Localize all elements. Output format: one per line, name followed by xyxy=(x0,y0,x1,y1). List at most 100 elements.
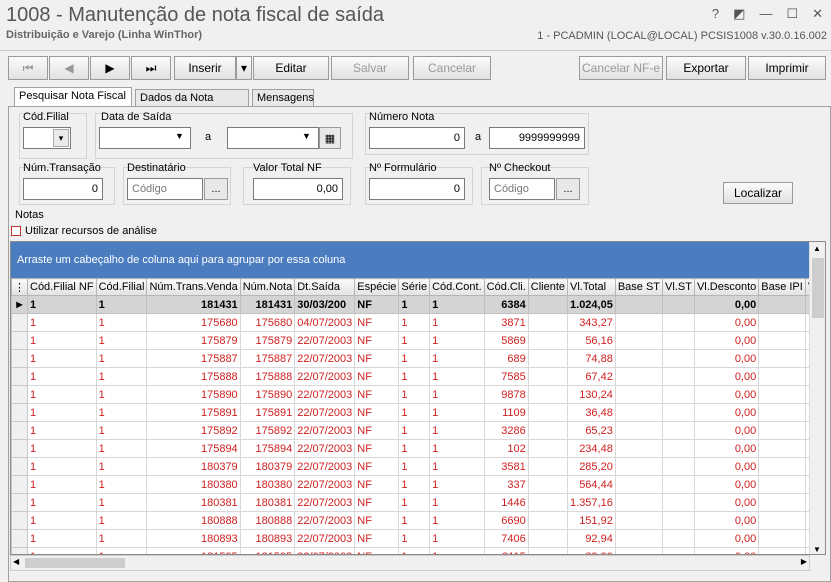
num-transacao-input[interactable]: 0 xyxy=(23,178,103,200)
last-record-button[interactable]: ⏭ xyxy=(131,56,171,80)
table-cell: 1 xyxy=(27,529,97,548)
vertical-scrollbar[interactable]: ▲ ▼ xyxy=(809,242,825,554)
column-header[interactable]: Vl.Desconto xyxy=(693,278,760,296)
table-cell: 343,27 xyxy=(567,313,616,332)
table-cell: 180381 xyxy=(239,493,296,512)
destinatario-input[interactable]: Código xyxy=(127,178,203,200)
table-cell: 175890 xyxy=(146,385,241,404)
next-record-button[interactable]: ▶ xyxy=(90,56,130,80)
prev-record-button[interactable]: ◀ xyxy=(49,56,89,80)
column-header[interactable]: Núm.Nota xyxy=(239,278,296,296)
maximize-icon[interactable]: ☐ xyxy=(786,6,798,22)
table-cell: 22/07/2003 xyxy=(294,511,356,530)
insert-menu-button[interactable]: ▾ xyxy=(236,56,252,80)
column-header[interactable]: Espécie xyxy=(354,278,400,296)
table-row[interactable]: 1 1 175891 175891 22/07/2003 NF 1 1 1109 36,48 0,0… xyxy=(11,403,825,422)
table-row[interactable]: 1 1 175887 175887 22/07/2003 NF 1 1 689 74,88 0,00 xyxy=(11,349,825,368)
horizontal-scrollbar[interactable]: ◀ ▶ xyxy=(10,555,810,571)
table-cell: 04/07/2003 xyxy=(294,313,356,332)
table-row[interactable]: 1 1 180379 180379 22/07/2003 NF 1 1 3581 285,20 0,… xyxy=(11,457,825,476)
print-button[interactable]: Imprimir xyxy=(748,56,826,80)
n-checkout-input[interactable]: Código xyxy=(489,178,555,200)
h-scroll-thumb[interactable] xyxy=(25,558,125,568)
table-cell: 0,00 xyxy=(693,547,760,554)
tab-mensagens[interactable]: Mensagens xyxy=(252,89,314,107)
table-cell xyxy=(527,403,569,422)
cancel-button[interactable]: Cancelar xyxy=(413,56,491,80)
minimize-icon[interactable]: — xyxy=(759,6,772,22)
table-cell: 1 xyxy=(429,475,485,494)
table-row[interactable]: 1 1 175888 175888 22/07/2003 NF 1 1 7585 67,42 0,0… xyxy=(11,367,825,386)
table-row[interactable]: 1 1 180381 180381 22/07/2003 NF 1 1 1446 1.357,16… xyxy=(11,493,825,512)
cancel-nfe-button[interactable]: Cancelar NF-e xyxy=(579,56,663,80)
table-row[interactable]: 1 1 175680 175680 04/07/2003 NF 1 1 3871 343,27 0,… xyxy=(11,313,825,332)
scroll-down-icon[interactable]: ▼ xyxy=(813,545,821,554)
group-by-bar[interactable]: Arraste um cabeçalho de coluna aqui para… xyxy=(11,242,811,278)
table-cell xyxy=(527,331,569,350)
table-row[interactable]: 1 1 175894 175894 22/07/2003 NF 1 1 102 234,48 0,0… xyxy=(11,439,825,458)
first-record-button[interactable]: ⏮ xyxy=(8,56,48,80)
column-header[interactable]: Cliente xyxy=(527,278,569,296)
n-formulario-input[interactable]: 0 xyxy=(369,178,465,200)
table-cell xyxy=(662,457,695,476)
table-row[interactable]: 1 1 180888 180888 22/07/2003 NF 1 1 6690 151,92 0,… xyxy=(11,511,825,530)
numero-nota-from[interactable]: 0 xyxy=(369,127,465,149)
table-cell xyxy=(758,493,806,512)
scroll-left-icon[interactable]: ◀ xyxy=(13,557,19,566)
tab-dados[interactable]: Dados da Nota Fiscal xyxy=(135,89,249,120)
calendar-icon[interactable]: ▦ xyxy=(319,127,341,149)
column-header[interactable]: Núm.Trans.Venda xyxy=(146,278,241,296)
edit-button[interactable]: Editar xyxy=(253,56,329,80)
valor-total-input[interactable]: 0,00 xyxy=(253,178,343,200)
export-button[interactable]: Exportar xyxy=(666,56,746,80)
table-cell xyxy=(527,313,569,332)
column-header[interactable]: Vl.Total xyxy=(567,278,616,296)
column-header[interactable]: Base IPI xyxy=(758,278,806,296)
destinatario-lookup-button[interactable]: ... xyxy=(204,178,228,200)
chevron-down-icon[interactable]: ▾ xyxy=(53,129,69,147)
column-header[interactable]: Vl.ST xyxy=(662,278,695,296)
table-cell: 181431 xyxy=(146,295,241,314)
save-button[interactable]: Salvar xyxy=(331,56,409,80)
column-header[interactable]: Série xyxy=(398,278,431,296)
chevron-down-icon[interactable]: ▼ xyxy=(175,131,184,141)
localizar-button[interactable]: Localizar xyxy=(723,182,793,204)
table-row[interactable]: 1 1 175890 175890 22/07/2003 NF 1 1 9878 130,24 0,… xyxy=(11,385,825,404)
row-indicator xyxy=(11,421,28,440)
column-header[interactable]: Cód.Cont. xyxy=(429,278,485,296)
checkout-lookup-button[interactable]: ... xyxy=(556,178,580,200)
scroll-right-icon[interactable]: ▶ xyxy=(801,557,807,566)
analise-checkbox[interactable] xyxy=(11,226,21,236)
table-cell: 180888 xyxy=(239,511,296,530)
table-row[interactable]: ▶ 1 1 181431 181431 30/03/200 NF 1 1 6384 1.024,05… xyxy=(11,295,825,314)
column-chooser-icon[interactable]: ⋮ xyxy=(11,278,28,296)
row-indicator xyxy=(11,493,28,512)
scroll-up-icon[interactable]: ▲ xyxy=(813,244,821,253)
notas-table: ⋮ Cód.Filial NF Cód.Filial Núm.Trans.Venda N… xyxy=(11,278,825,554)
column-header[interactable]: Dt.Saída xyxy=(294,278,356,296)
scroll-thumb[interactable] xyxy=(812,258,824,318)
table-row[interactable]: 1 1 175892 175892 22/07/2003 NF 1 1 3286 65,23 0,0… xyxy=(11,421,825,440)
help-icon[interactable]: ? xyxy=(712,6,719,22)
table-cell xyxy=(614,457,664,476)
dock-icon[interactable]: ◩ xyxy=(733,6,745,22)
column-header[interactable]: Cód.Filial NF xyxy=(27,278,97,296)
column-header[interactable]: Base ST xyxy=(614,278,664,296)
column-header[interactable]: Cód.Filial xyxy=(95,278,148,296)
table-row[interactable]: 1118159518159522/07/2003NF11211583,800,0… xyxy=(11,547,825,554)
column-header[interactable]: Cód.Cli. xyxy=(483,278,529,296)
chevron-down-icon[interactable]: ▼ xyxy=(302,131,311,141)
table-cell: 1.024,05 xyxy=(567,295,616,314)
grid-header: ⋮ Cód.Filial NF Cód.Filial Núm.Trans.Venda N… xyxy=(11,278,825,296)
table-row[interactable]: 1 1 175879 175879 22/07/2003 NF 1 1 5869 56,16 0,0… xyxy=(11,331,825,350)
table-cell: 1 xyxy=(398,367,431,386)
table-cell xyxy=(662,403,695,422)
table-row[interactable]: 1 1 180893 180893 22/07/2003 NF 1 1 7406 92,94 0,0… xyxy=(11,529,825,548)
close-icon[interactable]: ✕ xyxy=(812,6,823,22)
table-cell xyxy=(527,493,569,512)
numero-nota-to[interactable]: 9999999999 xyxy=(489,127,585,149)
tab-pesquisar[interactable]: Pesquisar Nota Fiscal xyxy=(14,87,132,107)
table-cell: NF xyxy=(354,403,400,422)
insert-button[interactable]: Inserir xyxy=(174,56,236,80)
table-row[interactable]: 1 1 180380 180380 22/07/2003 NF 1 1 337 564,44 0,0… xyxy=(11,475,825,494)
